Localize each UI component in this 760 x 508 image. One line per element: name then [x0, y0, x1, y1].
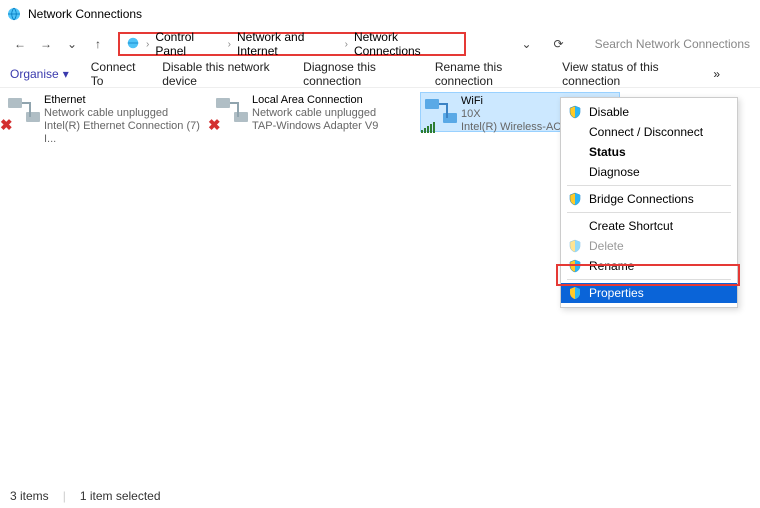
organise-label: Organise [10, 67, 59, 81]
breadcrumb-root[interactable]: Control Panel [155, 30, 221, 58]
menu-status[interactable]: Status [561, 142, 737, 162]
separator: | [63, 489, 66, 503]
network-adapter-icon: ✖ [6, 94, 44, 130]
chevron-right-icon: › [345, 39, 348, 50]
recent-locations-button[interactable]: ⌄ [62, 34, 82, 54]
toolbar: Organise ▾ Connect To Disable this netwo… [0, 60, 760, 88]
shield-icon [567, 285, 583, 301]
context-menu: Disable Connect / Disconnect Status Diag… [560, 97, 738, 308]
menu-connect-disconnect[interactable]: Connect / Disconnect [561, 122, 737, 142]
adapter-status: 10X [461, 108, 561, 121]
status-item-count: 3 items [10, 489, 49, 503]
up-button[interactable]: ↑ [88, 34, 108, 54]
window-title: Network Connections [28, 7, 142, 21]
menu-properties[interactable]: Properties [561, 283, 737, 303]
menu-item-label: Properties [589, 286, 644, 300]
organise-button[interactable]: Organise ▾ [10, 67, 69, 81]
menu-item-label: Disable [589, 105, 629, 119]
spacer-icon [567, 218, 583, 234]
search-input[interactable]: Search Network Connections [581, 37, 750, 51]
menu-item-label: Diagnose [589, 165, 640, 179]
network-adapter-icon [423, 95, 461, 131]
menu-disable[interactable]: Disable [561, 102, 737, 122]
shield-icon [567, 104, 583, 120]
address-icon [126, 36, 140, 53]
status-selected-count: 1 item selected [80, 489, 161, 503]
adapter-ethernet[interactable]: ✖ Ethernet Network cable unplugged Intel… [4, 92, 204, 132]
diagnose-connection-button[interactable]: Diagnose this connection [303, 60, 413, 88]
menu-separator [567, 185, 731, 186]
status-bar: 3 items | 1 item selected [0, 484, 760, 508]
forward-button[interactable]: → [36, 34, 56, 54]
chevron-right-icon: › [228, 39, 231, 50]
chevron-down-icon: ▾ [63, 67, 69, 81]
disable-device-button[interactable]: Disable this network device [162, 60, 281, 88]
adapter-local-area[interactable]: ✖ Local Area Connection Network cable un… [212, 92, 412, 132]
menu-item-label: Rename [589, 259, 634, 273]
network-adapter-icon: ✖ [214, 94, 252, 130]
shield-icon [567, 258, 583, 274]
menu-bridge-connections[interactable]: Bridge Connections [561, 189, 737, 209]
menu-item-label: Connect / Disconnect [589, 125, 703, 139]
spacer-icon [567, 124, 583, 140]
chevron-right-icon: › [146, 39, 149, 50]
toolbar-overflow-button[interactable]: » [713, 67, 750, 81]
spacer-icon [567, 144, 583, 160]
titlebar: Network Connections [0, 0, 760, 28]
app-icon [6, 6, 22, 22]
menu-delete: Delete [561, 236, 737, 256]
menu-diagnose[interactable]: Diagnose [561, 162, 737, 182]
adapter-device: TAP-Windows Adapter V9 [252, 120, 378, 133]
menu-separator [567, 212, 731, 213]
adapter-status: Network cable unplugged [252, 107, 378, 120]
navbar: ← → ⌄ ↑ › Control Panel › Network and In… [0, 28, 760, 60]
signal-bars-icon [421, 121, 435, 133]
adapter-status: Network cable unplugged [44, 107, 202, 120]
menu-item-label: Status [589, 145, 626, 159]
menu-item-label: Delete [589, 239, 624, 253]
adapter-name: Local Area Connection [252, 94, 378, 107]
adapter-name: Ethernet [44, 94, 202, 107]
refresh-button[interactable]: ⟳ [549, 34, 569, 54]
adapter-device: Intel(R) Ethernet Connection (7) I... [44, 120, 202, 146]
shield-icon [567, 238, 583, 254]
back-button[interactable]: ← [10, 34, 30, 54]
menu-rename[interactable]: Rename [561, 256, 737, 276]
connect-to-button[interactable]: Connect To [91, 60, 140, 88]
menu-create-shortcut[interactable]: Create Shortcut [561, 216, 737, 236]
address-dropdown-button[interactable]: ⌄ [517, 34, 537, 54]
menu-item-label: Create Shortcut [589, 219, 673, 233]
adapter-name: WiFi [461, 95, 561, 108]
view-status-button[interactable]: View status of this connection [562, 60, 691, 88]
rename-connection-button[interactable]: Rename this connection [435, 60, 540, 88]
shield-icon [567, 191, 583, 207]
breadcrumb-leaf[interactable]: Network Connections [354, 30, 458, 58]
adapter-device: Intel(R) Wireless-AC [461, 121, 561, 134]
menu-separator [567, 279, 731, 280]
disconnected-x-icon: ✖ [0, 116, 13, 134]
address-bar[interactable]: › Control Panel › Network and Internet ›… [118, 32, 466, 56]
spacer-icon [567, 164, 583, 180]
breadcrumb-mid[interactable]: Network and Internet [237, 30, 339, 58]
disconnected-x-icon: ✖ [208, 116, 221, 134]
menu-item-label: Bridge Connections [589, 192, 694, 206]
